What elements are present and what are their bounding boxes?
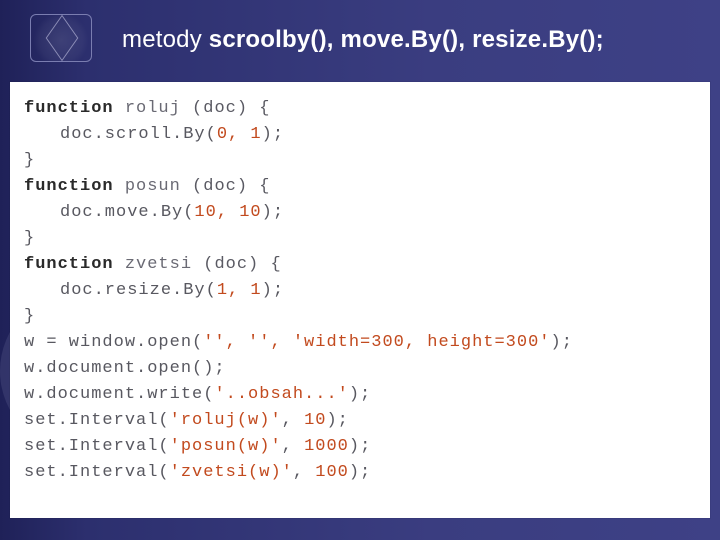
code-line: w.document.open(); [24,356,696,382]
code-line: function zvetsi (doc) { [24,252,696,278]
slide-title: metody scroolby(), move.By(), resize.By(… [122,26,604,54]
code-line: } [24,304,696,330]
logo-icon [30,14,92,62]
code-line: function roluj (doc) { [24,96,696,122]
title-prefix: metody [122,26,209,53]
title-methods: scroolby(), move.By(), resize.By(); [209,26,604,53]
code-line: w = window.open('', '', 'width=300, heig… [24,330,696,356]
code-line: function posun (doc) { [24,174,696,200]
code-line: w.document.write('..obsah...'); [24,382,696,408]
code-line: set.Interval('zvetsi(w)', 100); [24,460,696,486]
code-line: } [24,226,696,252]
code-line: doc.scroll.By(0, 1); [24,122,696,148]
code-line: set.Interval('roluj(w)', 10); [24,408,696,434]
code-block: function roluj (doc) {doc.scroll.By(0, 1… [10,82,710,518]
slide: metody scroolby(), move.By(), resize.By(… [0,0,720,540]
code-line: doc.move.By(10, 10); [24,200,696,226]
code-line: } [24,148,696,174]
code-line: set.Interval('posun(w)', 1000); [24,434,696,460]
code-line: doc.resize.By(1, 1); [24,278,696,304]
